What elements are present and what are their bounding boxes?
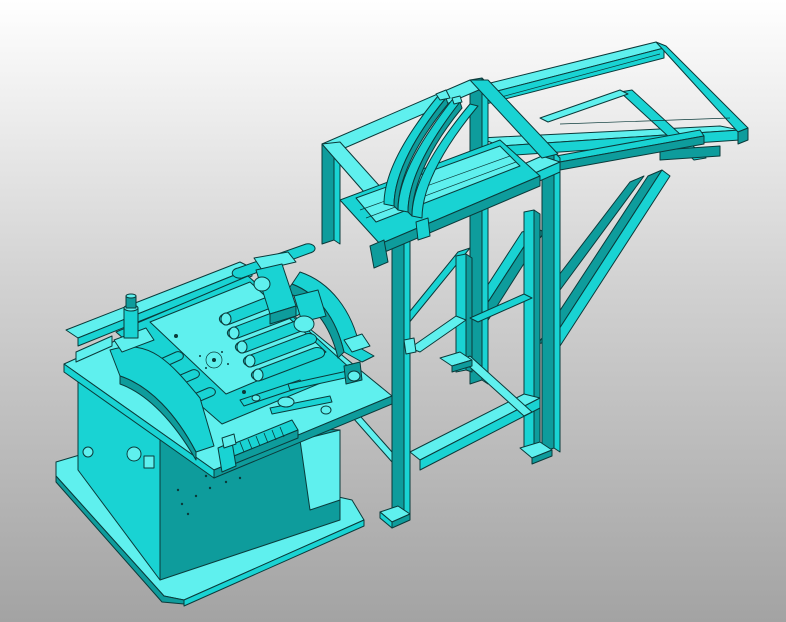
cad-model-view[interactable] (0, 0, 786, 622)
cad-viewport[interactable] (0, 0, 786, 622)
motor-cylinder (123, 293, 139, 339)
frame-structure[interactable] (321, 41, 749, 529)
